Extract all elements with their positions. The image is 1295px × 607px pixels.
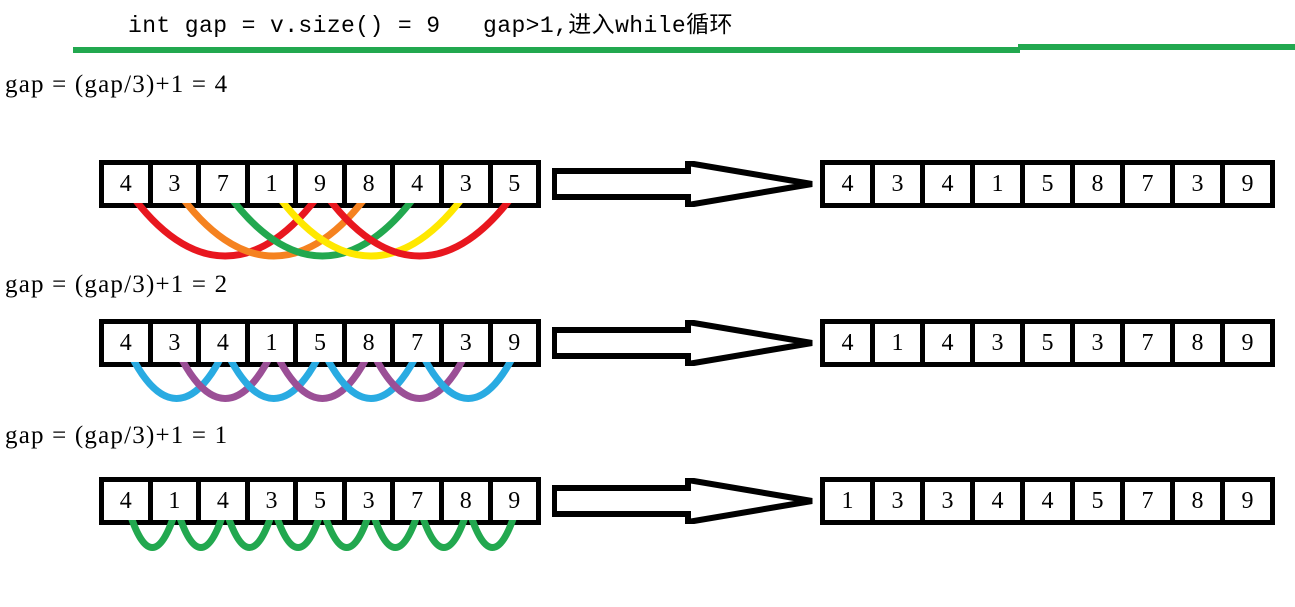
array-cell: 8 (443, 482, 488, 520)
gap-label-pass-3: gap = (gap/3)+1 = 1 (5, 422, 229, 449)
array-cell: 5 (1075, 482, 1120, 520)
array-cell: 9 (492, 324, 537, 362)
array-cell: 9 (298, 165, 342, 203)
array-cell: 5 (1025, 165, 1070, 203)
input-array-pass-2: 434158739 (99, 319, 541, 367)
array-cell: 3 (152, 324, 197, 362)
array-cell: 3 (443, 324, 488, 362)
transform-arrow-pass-3 (552, 478, 814, 524)
array-cell: 7 (1125, 324, 1170, 362)
array-cell: 3 (925, 482, 970, 520)
array-cell: 3 (152, 165, 197, 203)
array-cell: 8 (346, 165, 391, 203)
array-cell: 3 (1075, 324, 1120, 362)
array-cell: 4 (975, 482, 1020, 520)
green-divider-right (1018, 44, 1295, 50)
output-array-pass-2: 414353789 (820, 319, 1275, 367)
array-cell: 4 (104, 324, 148, 362)
input-array-pass-3: 414353789 (99, 477, 541, 525)
array-cell: 4 (201, 482, 245, 520)
array-cell: 3 (346, 482, 391, 520)
array-cell: 9 (1225, 165, 1270, 203)
array-cell: 3 (875, 482, 920, 520)
transform-arrow-pass-2 (552, 320, 814, 366)
array-cell: 4 (825, 165, 870, 203)
output-array-pass-1: 434158739 (820, 160, 1275, 208)
array-cell: 3 (249, 482, 294, 520)
array-cell: 8 (1075, 165, 1120, 203)
array-cell: 7 (1125, 482, 1170, 520)
array-cell: 5 (1025, 324, 1070, 362)
array-cell: 5 (492, 165, 537, 203)
array-cell: 9 (1225, 324, 1270, 362)
green-divider-left (73, 47, 1020, 53)
array-cell: 4 (104, 165, 148, 203)
gap-label-pass-2: gap = (gap/3)+1 = 2 (5, 271, 229, 298)
array-cell: 1 (975, 165, 1020, 203)
array-cell: 4 (201, 324, 245, 362)
array-cell: 1 (152, 482, 197, 520)
input-array-pass-1: 437198435 (99, 160, 541, 208)
array-cell: 5 (298, 482, 342, 520)
transform-arrow-pass-1 (552, 161, 814, 207)
header-code-text: int gap = v.size() = 9 gap>1,进入while循环 (128, 13, 733, 39)
array-cell: 5 (298, 324, 342, 362)
array-cell: 3 (875, 165, 920, 203)
array-cell: 8 (346, 324, 391, 362)
array-cell: 4 (1025, 482, 1070, 520)
array-cell: 4 (104, 482, 148, 520)
array-cell: 3 (443, 165, 488, 203)
array-cell: 7 (395, 324, 439, 362)
array-cell: 9 (492, 482, 537, 520)
array-cell: 8 (1175, 324, 1220, 362)
array-cell: 1 (875, 324, 920, 362)
array-cell: 1 (825, 482, 870, 520)
array-cell: 8 (1175, 482, 1220, 520)
array-cell: 4 (925, 324, 970, 362)
array-cell: 3 (1175, 165, 1220, 203)
array-cell: 4 (395, 165, 439, 203)
gap-label-pass-1: gap = (gap/3)+1 = 4 (5, 71, 229, 98)
array-cell: 4 (925, 165, 970, 203)
array-cell: 3 (975, 324, 1020, 362)
array-cell: 9 (1225, 482, 1270, 520)
array-cell: 7 (395, 482, 439, 520)
array-cell: 4 (825, 324, 870, 362)
array-cell: 1 (249, 324, 294, 362)
array-cell: 7 (201, 165, 245, 203)
array-cell: 7 (1125, 165, 1170, 203)
output-array-pass-3: 133445789 (820, 477, 1275, 525)
array-cell: 1 (249, 165, 294, 203)
